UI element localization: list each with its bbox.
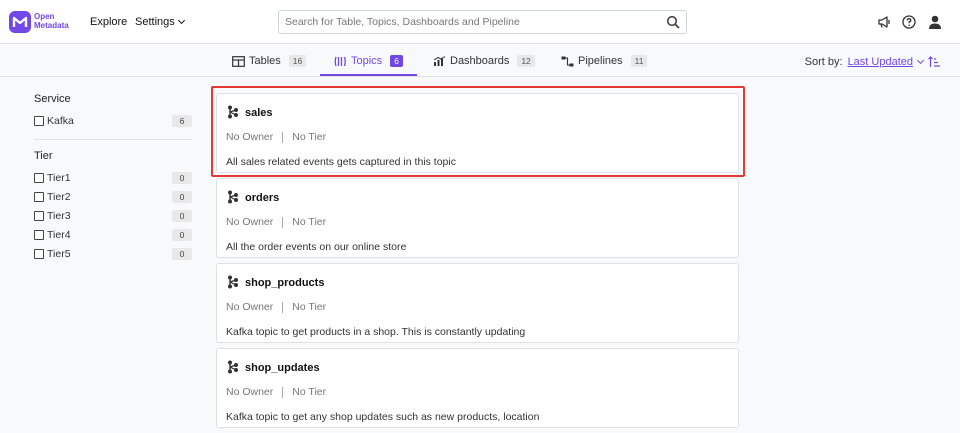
megaphone-icon[interactable] bbox=[876, 14, 892, 30]
topic-meta: No Owner No Tier bbox=[226, 386, 326, 398]
active-tab-indicator bbox=[320, 74, 417, 76]
filter-service-title: Service bbox=[34, 93, 71, 105]
checkbox[interactable] bbox=[34, 116, 44, 126]
topic-card: shop_updates No Owner No Tier Kafka topic… bbox=[216, 348, 739, 428]
nav-settings[interactable]: Settings bbox=[135, 16, 185, 28]
meta-separator bbox=[282, 301, 284, 313]
checkbox[interactable] bbox=[34, 173, 44, 183]
filter-count: 0 bbox=[172, 191, 192, 203]
tab-pipelines-label: Pipelines bbox=[578, 55, 623, 67]
topic-icon bbox=[334, 56, 346, 66]
search-icon[interactable] bbox=[666, 15, 680, 29]
topic-icon bbox=[228, 275, 238, 289]
topic-description: Kafka topic to get any shop updates such… bbox=[226, 411, 540, 423]
filter-label: Tier5 bbox=[47, 248, 71, 260]
owner-label: No Owner bbox=[226, 386, 274, 398]
filter-label: Kafka bbox=[47, 115, 74, 127]
meta-separator bbox=[282, 216, 284, 228]
table-icon bbox=[232, 55, 245, 67]
meta-separator bbox=[282, 386, 284, 398]
topic-description: All sales related events gets captured i… bbox=[226, 156, 456, 168]
tab-topics-label: Topics bbox=[351, 55, 383, 67]
checkbox[interactable] bbox=[34, 192, 44, 202]
tab-tables-count: 16 bbox=[288, 55, 307, 67]
tier-label: No Tier bbox=[292, 131, 327, 143]
topic-meta: No Owner No Tier bbox=[226, 216, 326, 228]
checkbox[interactable] bbox=[34, 249, 44, 259]
topic-card: orders No Owner No Tier All the order eve… bbox=[216, 178, 739, 258]
topic-description: All the order events on our online store bbox=[226, 241, 407, 253]
tab-pipelines-count: 11 bbox=[630, 55, 648, 67]
checkbox[interactable] bbox=[34, 211, 44, 221]
filter-kafka[interactable]: Kafka 6 bbox=[34, 114, 192, 128]
help-icon[interactable] bbox=[901, 14, 917, 30]
tab-dashboards[interactable]: Dashboards 12 bbox=[433, 55, 535, 67]
entity-tabs: Tables 16 Topics 6 Dashboards 12 Pipelin… bbox=[0, 44, 960, 77]
filter-count: 0 bbox=[172, 210, 192, 222]
sidebar-divider bbox=[34, 139, 192, 140]
tab-topics-count: 6 bbox=[390, 55, 403, 67]
sort-dropdown[interactable]: Last Updated bbox=[848, 56, 913, 68]
tier-label: No Tier bbox=[292, 301, 327, 313]
global-search bbox=[278, 10, 687, 34]
tab-pipelines[interactable]: Pipelines 11 bbox=[561, 55, 648, 67]
filter-tier-title: Tier bbox=[34, 150, 53, 162]
sort-label: Sort by: bbox=[804, 56, 843, 68]
dashboard-icon bbox=[433, 55, 446, 66]
filter-count: 0 bbox=[172, 248, 192, 260]
tab-tables-label: Tables bbox=[249, 55, 281, 67]
topic-title-link[interactable]: sales bbox=[245, 107, 273, 119]
sort-control: Sort by: Last Updated bbox=[805, 56, 940, 68]
topic-description: Kafka topic to get products in a shop. T… bbox=[226, 326, 526, 338]
filter-count: 6 bbox=[172, 115, 192, 127]
chevron-down-icon bbox=[177, 16, 185, 25]
owner-label: No Owner bbox=[226, 301, 274, 313]
filter-count: 0 bbox=[172, 229, 192, 241]
filter-label: Tier3 bbox=[47, 210, 71, 222]
topic-icon bbox=[228, 105, 238, 119]
filter-tier5[interactable]: Tier5 0 bbox=[34, 247, 192, 261]
filter-label: Tier2 bbox=[47, 191, 71, 203]
filter-tier4[interactable]: Tier4 0 bbox=[34, 228, 192, 242]
user-avatar-icon[interactable] bbox=[927, 14, 943, 30]
tab-dashboards-count: 12 bbox=[517, 55, 535, 67]
owner-label: No Owner bbox=[226, 131, 274, 143]
topic-icon bbox=[228, 360, 238, 374]
meta-separator bbox=[282, 131, 284, 143]
logo-text: Open Metadata bbox=[34, 12, 69, 30]
openmetadata-logo-icon[interactable] bbox=[8, 9, 32, 35]
topic-title-link[interactable]: shop_updates bbox=[245, 362, 320, 374]
chevron-down-icon[interactable] bbox=[916, 56, 925, 64]
tab-dashboards-label: Dashboards bbox=[450, 55, 510, 67]
filter-label: Tier4 bbox=[47, 229, 71, 241]
filter-tier3[interactable]: Tier3 0 bbox=[34, 209, 192, 223]
tab-topics[interactable]: Topics 6 bbox=[334, 55, 403, 67]
nav-explore[interactable]: Explore bbox=[90, 16, 127, 28]
filter-tier2[interactable]: Tier2 0 bbox=[34, 190, 192, 204]
owner-label: No Owner bbox=[226, 216, 274, 228]
search-input[interactable] bbox=[279, 11, 649, 33]
pipeline-icon bbox=[561, 56, 574, 66]
topic-meta: No Owner No Tier bbox=[226, 301, 326, 313]
topic-icon bbox=[228, 190, 238, 204]
topic-meta: No Owner No Tier bbox=[226, 131, 326, 143]
filter-count: 0 bbox=[172, 172, 192, 184]
topic-title-link[interactable]: shop_products bbox=[245, 277, 324, 289]
sort-order-icon[interactable] bbox=[928, 56, 940, 68]
tier-label: No Tier bbox=[292, 216, 327, 228]
topic-title-link[interactable]: orders bbox=[245, 192, 279, 204]
nav-settings-label: Settings bbox=[135, 16, 175, 28]
filter-tier1[interactable]: Tier1 0 bbox=[34, 171, 192, 185]
filter-label: Tier1 bbox=[47, 172, 71, 184]
tier-label: No Tier bbox=[292, 386, 327, 398]
checkbox[interactable] bbox=[34, 230, 44, 240]
topic-card: sales No Owner No Tier All sales related … bbox=[216, 93, 739, 173]
topic-card: shop_products No Owner No Tier Kafka topi… bbox=[216, 263, 739, 343]
tab-tables[interactable]: Tables 16 bbox=[232, 55, 307, 67]
top-header: Open Metadata Explore Settings bbox=[0, 0, 960, 44]
